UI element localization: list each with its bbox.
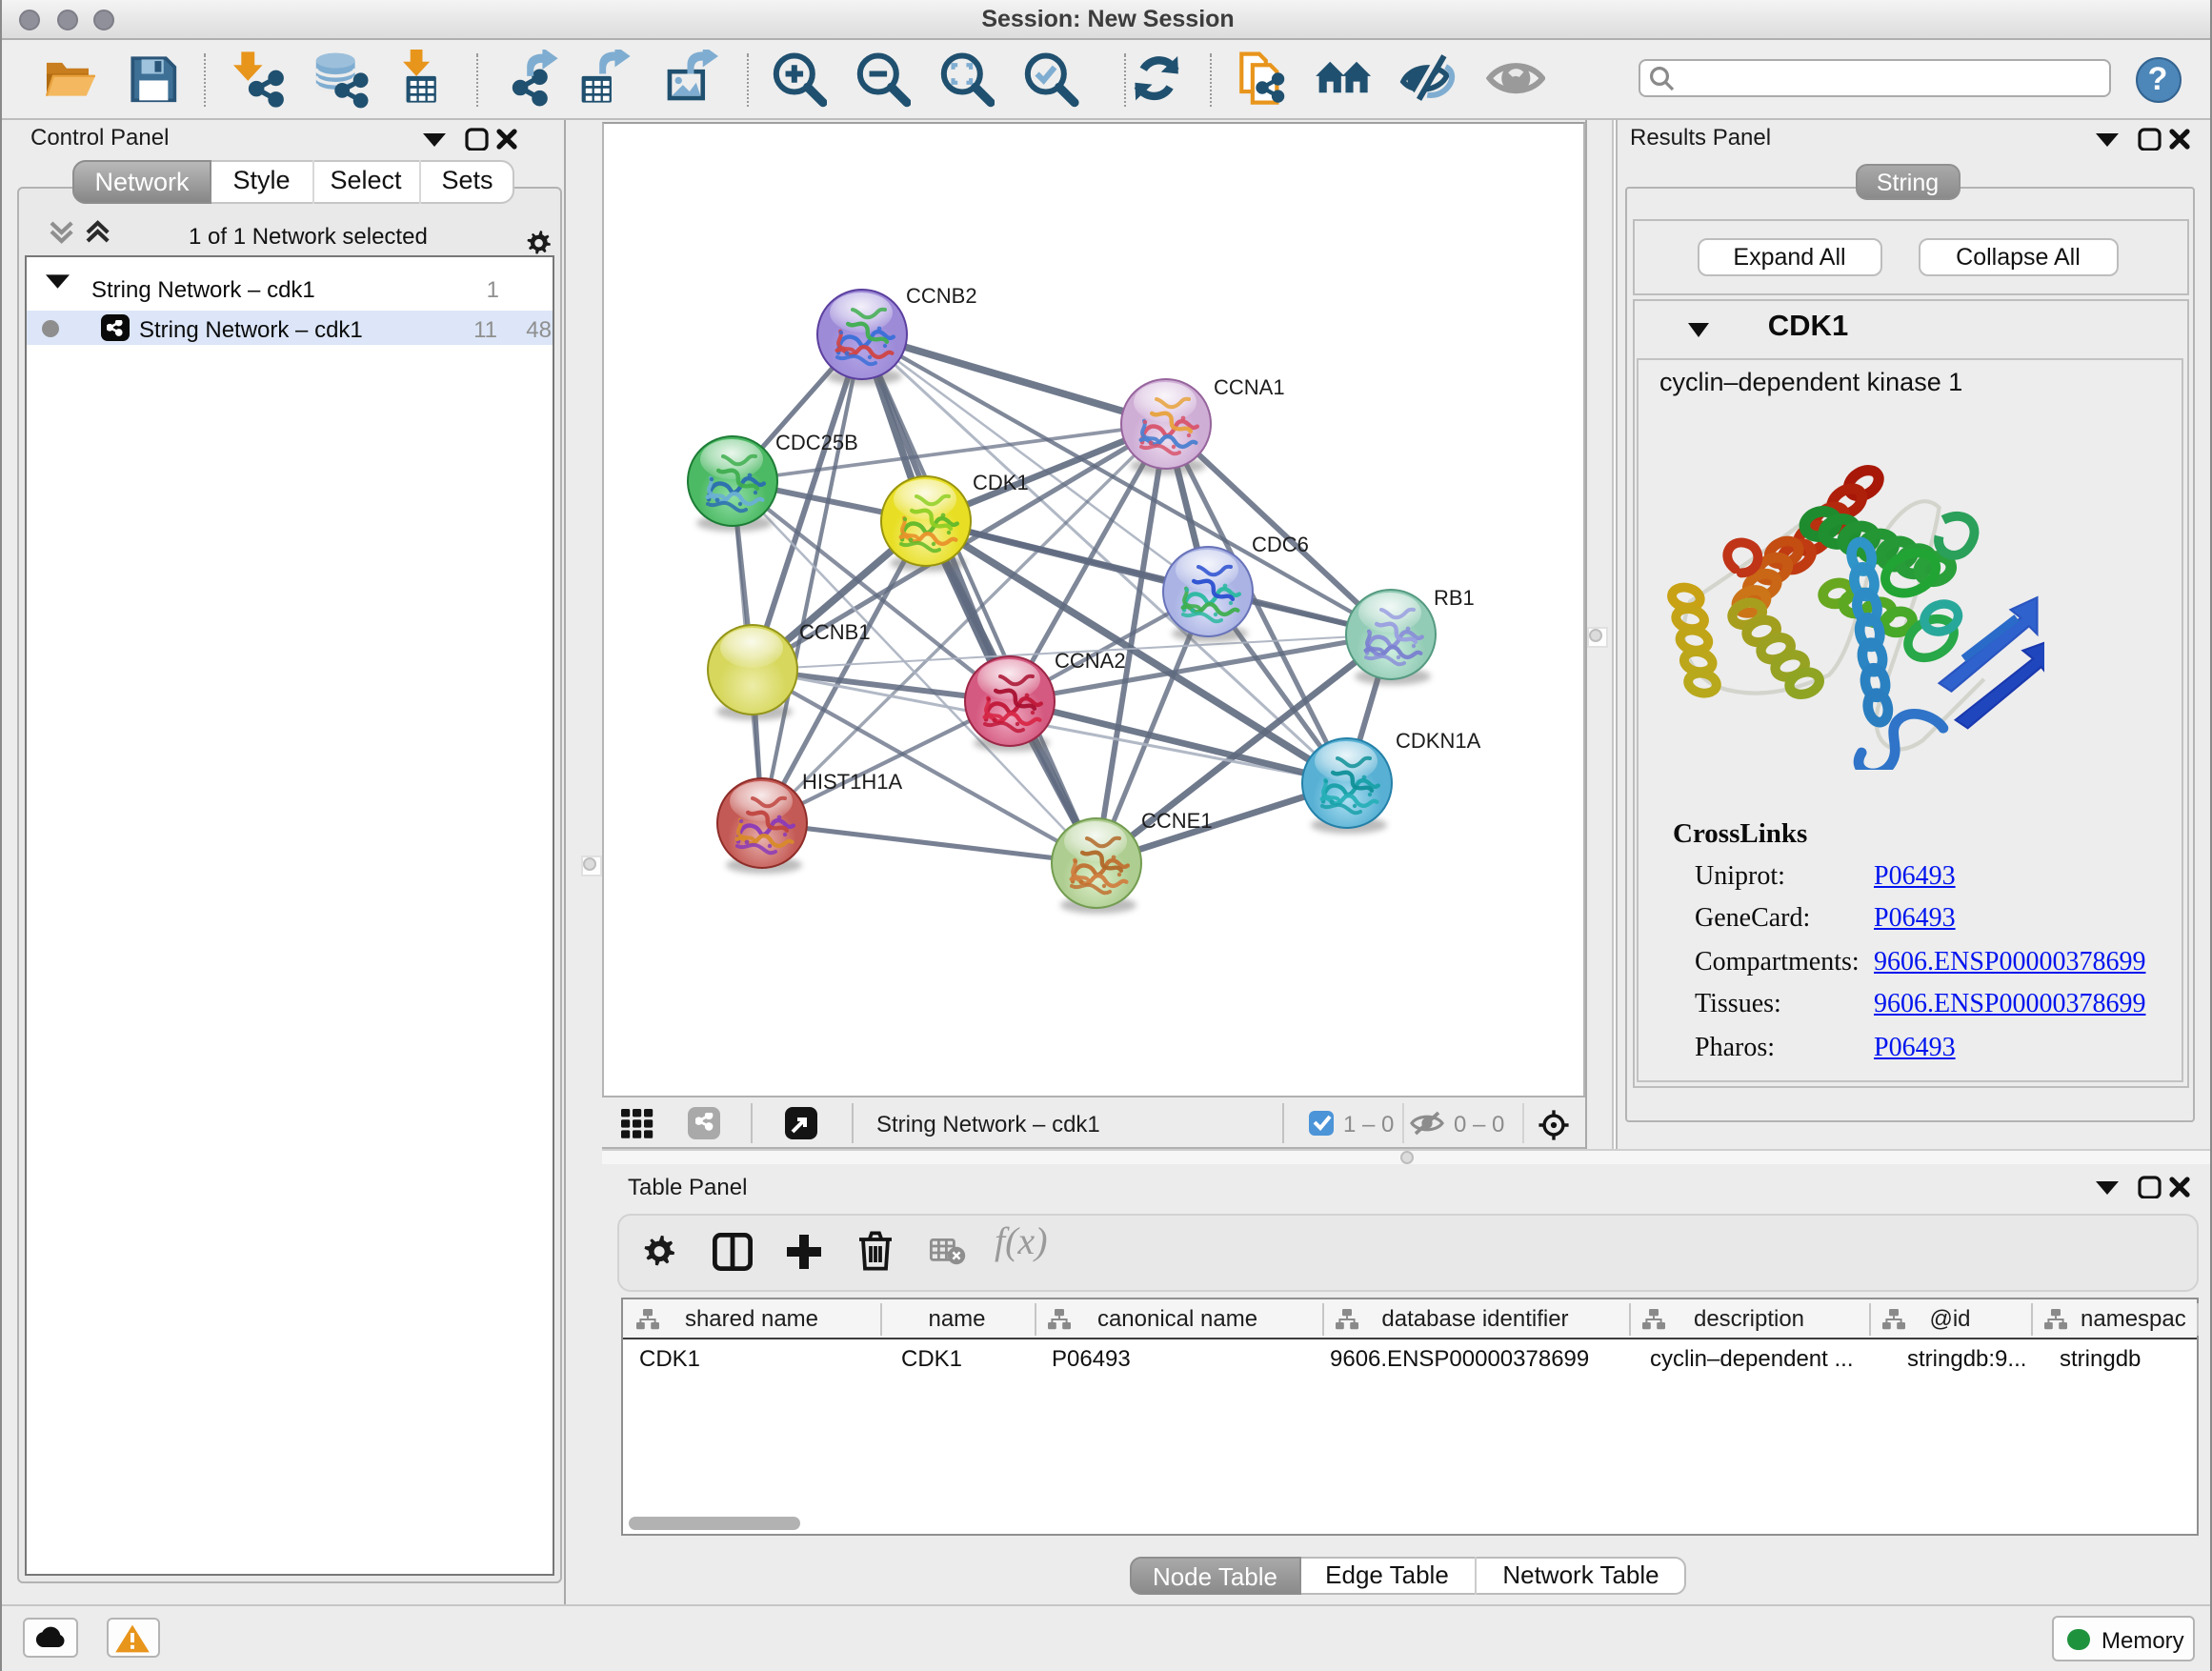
svg-text:CCNA1: CCNA1 (1214, 374, 1285, 398)
svg-text:HIST1H1A: HIST1H1A (802, 769, 902, 793)
svg-text:CCNE1: CCNE1 (1141, 808, 1213, 832)
svg-text:CCNB1: CCNB1 (799, 619, 871, 643)
svg-text:CCNA2: CCNA2 (1055, 648, 1126, 672)
svg-text:CDC25B: CDC25B (775, 430, 858, 453)
svg-text:CDKN1A: CDKN1A (1396, 728, 1481, 752)
svg-text:CDC6: CDC6 (1252, 532, 1309, 555)
svg-text:RB1: RB1 (1434, 585, 1475, 609)
svg-text:CCNB2: CCNB2 (906, 283, 977, 307)
svg-text:CDK1: CDK1 (973, 470, 1029, 493)
